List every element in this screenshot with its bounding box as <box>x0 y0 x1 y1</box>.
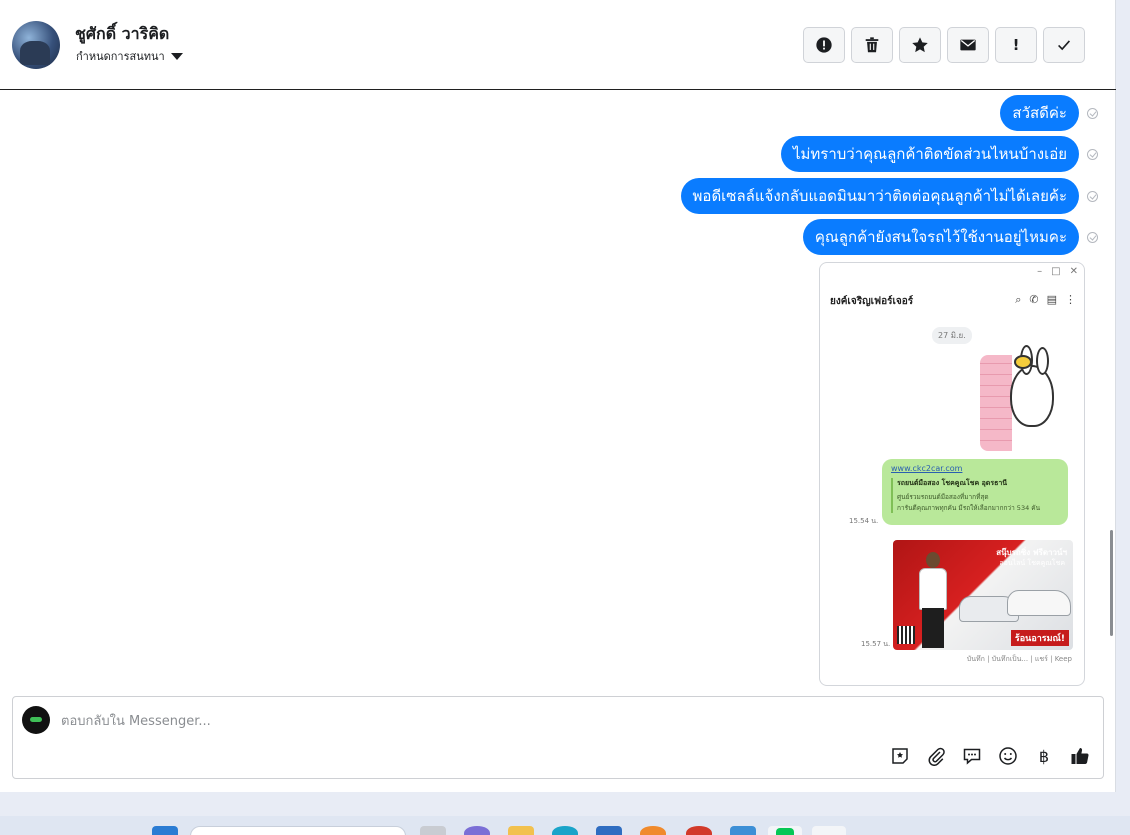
star-button[interactable] <box>899 27 941 63</box>
conversation-settings-dropdown[interactable]: กำหนดการสนทนา <box>76 47 183 65</box>
window-controls: – □ ✕ <box>1037 266 1078 277</box>
close-icon: ✕ <box>1069 266 1078 277</box>
qr-code-icon <box>897 626 915 644</box>
delete-button[interactable] <box>851 27 893 63</box>
report-button[interactable] <box>803 27 845 63</box>
calendar-icon[interactable] <box>730 826 756 835</box>
search-icon: ⌕ <box>1015 293 1022 306</box>
alert-circle-icon <box>816 37 832 53</box>
minimize-icon: – <box>1037 266 1043 277</box>
baht-icon[interactable]: ฿ <box>1033 745 1055 767</box>
outgoing-message[interactable]: สวัสดีค่ะ <box>1000 95 1079 131</box>
outgoing-message[interactable]: พอดีเซลล์แจ้งกลับแอดมินมาว่าติดต่อคุณลูก… <box>680 178 1079 214</box>
important-button[interactable]: ! <box>995 27 1037 63</box>
more-icon: ⋮ <box>1065 293 1076 306</box>
store-icon[interactable] <box>596 826 622 835</box>
car-image <box>1007 590 1071 616</box>
image-actions: บันทึก | บันทึกเป็น... | แชร์ | Keep <box>966 655 1072 663</box>
reply-input[interactable] <box>61 711 961 731</box>
ad-subheadline: ออนไลน์ โชคคูณโชค <box>999 559 1065 567</box>
search-box[interactable] <box>190 826 406 835</box>
attachment-icon[interactable] <box>925 745 947 767</box>
edge-icon[interactable] <box>552 826 578 835</box>
caret-down-icon <box>170 52 183 60</box>
mail-button[interactable] <box>947 27 989 63</box>
link-card: รถยนต์มือสอง โชคคูณโชค อุดรธานี ศูนย์รวม… <box>891 478 1059 513</box>
link-text: www.ckc2car.com <box>891 464 963 473</box>
task-view-icon[interactable] <box>420 826 446 835</box>
link-card-line: การันตีคุณภาพทุกคัน มีรถให้เลือกมากกว่า … <box>897 504 1041 512</box>
notes-icon: ▤ <box>1046 293 1057 306</box>
messenger-window: ชูศักดิ์ วาริคิด กำหนดการสนทนา ! สวัสดีค… <box>0 0 1116 792</box>
sent-check-icon <box>1087 231 1098 243</box>
phone-icon: ✆ <box>1029 293 1039 306</box>
outgoing-message[interactable]: ไม่ทราบว่าคุณลูกค้าติดขัดส่วนไหนบ้างเอ่ย <box>780 136 1079 172</box>
trash-icon <box>865 37 879 53</box>
line-chat-icons: ⌕ ✆ ▤ ⋮ <box>1015 293 1076 307</box>
star-icon <box>912 37 928 53</box>
scrollbar[interactable] <box>1110 530 1113 636</box>
outgoing-message[interactable]: คุณลูกค้ายังสนใจรถไว้ใช้งานอยู่ไหมคะ <box>802 219 1079 255</box>
message-row: คุณลูกค้ายังสนใจรถไว้ใช้งานอยู่ไหมคะ <box>802 219 1098 255</box>
conversation-header: ชูศักดิ์ วาริคิด กำหนดการสนทนา ! <box>0 0 1116 90</box>
sent-check-icon <box>1087 148 1098 160</box>
emoji-icon[interactable] <box>997 745 1019 767</box>
sent-check-icon <box>1087 190 1098 202</box>
sent-check-icon <box>1087 107 1098 119</box>
car-dealer-ad-image: สนุ๊บรถซิ่ง ฟรีดาวน์ฯ ออนไลน์ โชคคูณโชค … <box>893 540 1073 650</box>
sticker-icon[interactable] <box>889 745 911 767</box>
reply-composer: ฿ <box>12 696 1104 779</box>
date-chip: 27 มิ.ย. <box>932 327 972 344</box>
envelope-icon <box>960 39 976 51</box>
exclamation-icon: ! <box>1012 36 1020 54</box>
contact-avatar[interactable] <box>12 21 60 69</box>
line-chat-title: ยงค์เจริญเฟอร์เจอร์ <box>830 296 914 307</box>
bunny-sticker <box>980 345 1060 451</box>
document-app-icon[interactable] <box>812 826 846 835</box>
message-row: สวัสดีค่ะ <box>1000 95 1098 131</box>
thumbs-up-icon[interactable] <box>1069 745 1091 767</box>
salesperson-image <box>917 552 947 648</box>
timestamp: 15.57 น. <box>861 640 891 648</box>
timestamp: 15.54 น. <box>849 517 879 525</box>
folder-icon[interactable] <box>508 826 534 835</box>
done-button[interactable] <box>1043 27 1085 63</box>
saved-reply-icon[interactable] <box>961 745 983 767</box>
check-icon <box>1058 40 1071 51</box>
contact-name[interactable]: ชูศักดิ์ วาริคิด <box>75 22 169 47</box>
message-row: ไม่ทราบว่าคุณลูกค้าติดขัดส่วนไหนบ้างเอ่ย <box>780 136 1098 172</box>
maximize-icon: □ <box>1051 266 1061 277</box>
link-card-title: รถยนต์มือสอง โชคคูณโชค อุดรธานี <box>897 479 1008 487</box>
teams-icon[interactable] <box>464 826 490 835</box>
firefox-icon[interactable] <box>640 826 666 835</box>
link-preview-bubble: www.ckc2car.com รถยนต์มือสอง โชคคูณโชค อ… <box>882 459 1068 525</box>
composer-actions: ฿ <box>889 745 1091 767</box>
start-icon[interactable] <box>152 826 178 835</box>
line-logo-icon <box>776 828 794 835</box>
image-attachment[interactable]: – □ ✕ ยงค์เจริญเฟอร์เจอร์ ⌕ ✆ ▤ ⋮ 27 มิ.… <box>819 262 1085 686</box>
ad-footer: ร้อนอารมณ์! <box>1010 630 1069 646</box>
conversation-settings-label: กำหนดการสนทนา <box>76 50 165 63</box>
link-card-line: ศูนย์รวมรถยนต์มือสองที่มากที่สุด <box>897 493 989 501</box>
message-row: พอดีเซลล์แจ้งกลับแอดมินมาว่าติดต่อคุณลูก… <box>680 178 1098 214</box>
app-icon[interactable] <box>686 826 712 835</box>
os-taskbar <box>0 816 1130 835</box>
page-avatar <box>22 706 50 734</box>
conversation-toolbar: ! <box>803 27 1085 63</box>
